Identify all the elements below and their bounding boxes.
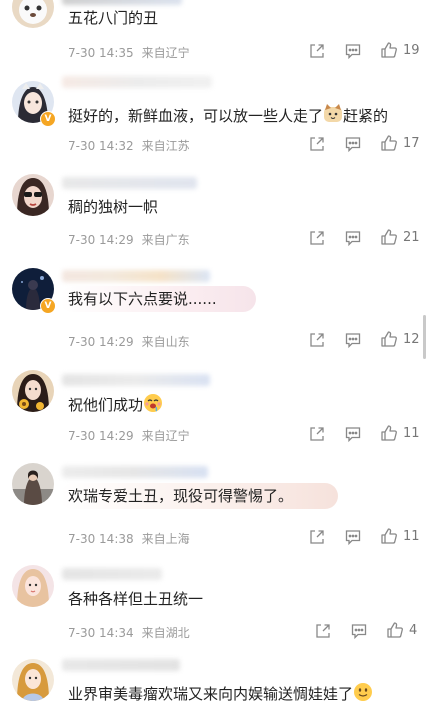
comment-location: 来自湖北 [141,626,190,640]
comment-text-part: 挺好的，新鲜血液，可以放一些人走了 [68,107,324,125]
like-count: 17 [403,136,420,151]
comment-icon[interactable] [344,229,362,247]
comment-location: 来自上海 [141,532,190,546]
comment-meta: 7-30 14:38 来自上海 [68,530,190,547]
comment-location: 来自广东 [141,233,190,247]
thumbs-up-icon[interactable] [380,41,398,59]
avatar[interactable] [12,0,54,28]
comment-time: 7-30 14:34 [68,626,134,640]
comment-location: 来自辽宁 [141,429,190,443]
thumbs-up-icon[interactable] [380,228,398,246]
comment-time: 7-30 14:29 [68,429,134,443]
comment-text: 祝他们成功 [68,393,163,418]
username-blurred [62,659,180,671]
verified-badge-icon: V [40,298,56,314]
drooling-face-emoji [143,393,163,418]
share-icon[interactable] [308,42,326,60]
comment-location: 来自山东 [141,335,190,349]
like-count: 11 [403,426,420,441]
comment-text: 挺好的，新鲜血液，可以放一些人走了 赶紧的 [68,104,388,129]
comment-icon[interactable] [344,331,362,349]
thumbs-up-icon[interactable] [386,621,404,639]
smiling-face-emoji [353,682,373,707]
comment-meta: 7-30 14:32 来自江苏 [68,137,190,154]
comment-time: 7-30 14:32 [68,139,134,153]
comment-location: 来自辽宁 [141,46,190,60]
comment-text: 五花八门的丑 [68,9,159,27]
comment-text-part: 祝他们成功 [68,396,144,414]
comment-text-part: 赶紧的 [343,107,389,125]
username-blurred [62,568,162,580]
username-blurred [62,270,210,282]
comment-time: 7-30 14:29 [68,233,134,247]
avatar[interactable] [12,565,54,607]
thumbs-up-icon[interactable] [380,330,398,348]
username-blurred [62,76,212,88]
scrollbar[interactable] [423,315,426,359]
like-count: 12 [403,332,420,347]
share-icon[interactable] [308,229,326,247]
thumbs-up-icon[interactable] [380,134,398,152]
share-icon[interactable] [308,528,326,546]
comment-meta: 7-30 14:29 来自辽宁 [68,427,190,444]
username-blurred [62,466,208,478]
username-blurred [62,374,210,386]
comment-icon[interactable] [344,42,362,60]
like-count: 11 [403,529,420,544]
comment-text: 稠的独树一帜 [68,198,159,216]
comment-text-part: 业界审美毒瘤欢瑞又来向内娱输送惆娃娃了 [68,685,354,703]
thumbs-up-icon[interactable] [380,527,398,545]
avatar[interactable] [12,659,54,701]
comment-meta: 7-30 14:35 来自辽宁 [68,44,190,61]
comment-icon[interactable] [344,425,362,443]
like-count: 4 [409,623,418,638]
username-blurred [62,0,182,5]
comment-location: 来自江苏 [141,139,190,153]
comment-meta: 7-30 14:34 来自湖北 [68,624,190,641]
verified-badge-icon: V [40,111,56,127]
thumbs-up-icon[interactable] [380,424,398,442]
share-icon[interactable] [308,331,326,349]
comment-text: 欢瑞专爱土丑，现役可得警惕了。 [68,487,294,505]
comment-meta: 7-30 14:29 来自广东 [68,231,190,248]
comment-time: 7-30 14:29 [68,335,134,349]
cat-face-emoji [323,104,343,129]
comment-text: 各种各样但土丑统一 [68,590,204,608]
avatar[interactable] [12,174,54,216]
comment-text: 业界审美毒瘤欢瑞又来向内娱输送惆娃娃了 [68,682,373,707]
comment-icon[interactable] [350,622,368,640]
like-count: 21 [403,230,420,245]
comment-text: 我有以下六点要说...... [68,290,217,308]
like-count: 19 [403,43,420,58]
avatar[interactable] [12,370,54,412]
share-icon[interactable] [308,425,326,443]
comment-icon[interactable] [344,528,362,546]
comment-icon[interactable] [344,135,362,153]
share-icon[interactable] [314,622,332,640]
comment-meta: 7-30 14:29 来自山东 [68,333,190,350]
username-blurred [62,177,197,189]
avatar[interactable] [12,463,54,505]
share-icon[interactable] [308,135,326,153]
comment-time: 7-30 14:38 [68,532,134,546]
comment-time: 7-30 14:35 [68,46,134,60]
